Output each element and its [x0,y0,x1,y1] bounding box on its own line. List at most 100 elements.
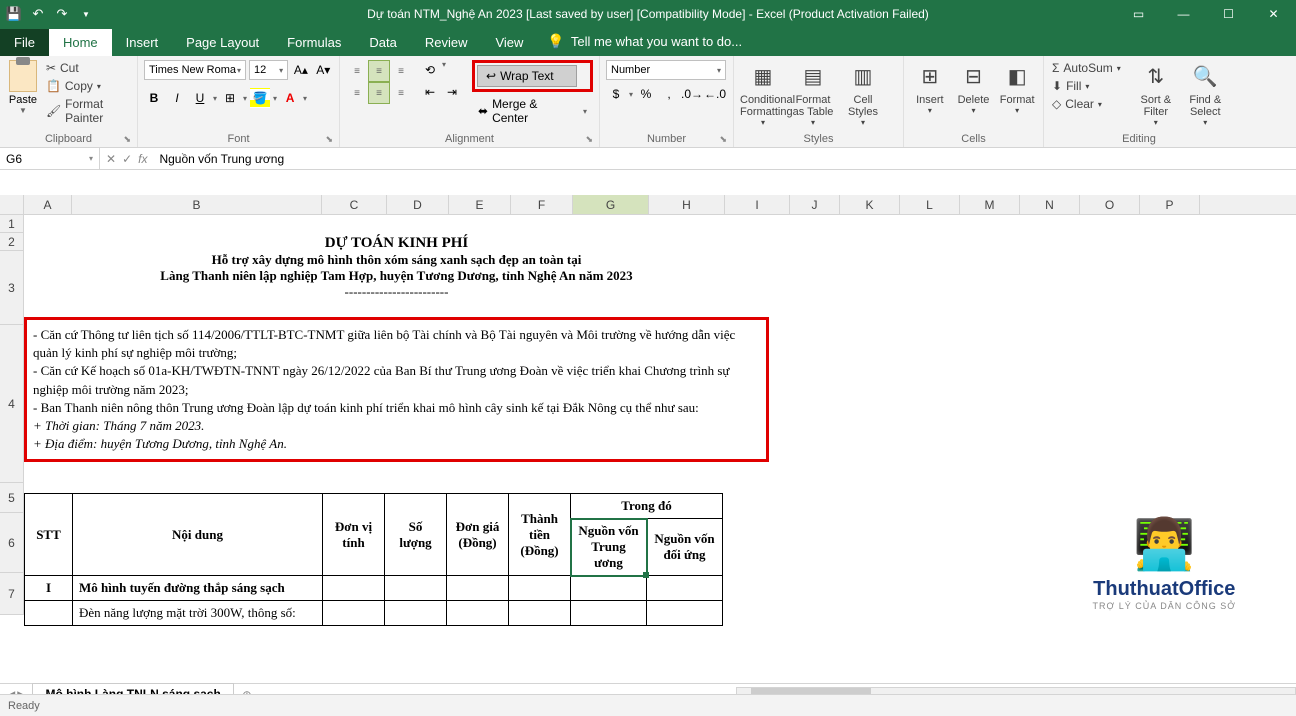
font-name-combo[interactable]: Times New Roma▾ [144,60,246,80]
merge-center-button[interactable]: ⬌Merge & Center▾ [472,94,593,128]
insert-cells-button[interactable]: ⊞Insert▾ [910,60,950,115]
decrease-indent-button[interactable]: ⇤ [420,82,440,102]
save-icon[interactable]: 💾 [6,6,22,22]
align-middle-button[interactable]: ≡ [368,60,390,82]
align-top-button[interactable]: ≡ [346,60,368,82]
name-box[interactable]: G6▾ [0,148,100,169]
format-cells-button[interactable]: ◧Format▾ [997,60,1037,115]
delete-cells-button[interactable]: ⊟Delete▾ [954,60,994,115]
selected-cell[interactable]: Nguồn vốn Trung ương [571,519,647,576]
select-all-corner[interactable] [0,195,24,215]
alignment-launcher-icon[interactable]: ⬊ [585,134,593,145]
comma-button[interactable]: , [659,84,679,104]
number-launcher-icon[interactable]: ⬊ [719,134,727,145]
col-header-n[interactable]: N [1020,195,1080,214]
col-header-e[interactable]: E [449,195,511,214]
conditional-formatting-button[interactable]: ▦Conditional Formatting▾ [740,60,786,127]
close-icon[interactable]: ✕ [1251,0,1296,28]
border-button[interactable]: ⊞ [220,88,240,108]
align-bottom-button[interactable]: ≡ [390,60,412,82]
tab-review[interactable]: Review [411,29,482,56]
paste-button[interactable]: Paste ▼ [6,60,40,115]
delete-icon: ⊟ [958,60,990,92]
row-header-7[interactable]: 7 [0,573,24,615]
fill-button[interactable]: ⬇Fill▾ [1050,78,1129,94]
tab-file[interactable]: File [0,29,49,56]
percent-button[interactable]: % [636,84,656,104]
align-right-button[interactable]: ≡ [390,82,412,104]
align-center-button[interactable]: ≡ [368,82,390,104]
redo-icon[interactable]: ↷ [54,6,70,22]
find-select-button[interactable]: 🔍Find & Select▾ [1183,60,1228,127]
col-header-i[interactable]: I [725,195,790,214]
col-header-h[interactable]: H [649,195,725,214]
formula-input[interactable]: Nguồn vốn Trung ương [153,152,1296,166]
underline-button[interactable]: U [190,88,210,108]
row-header-4[interactable]: 4 [0,325,24,483]
col-header-l[interactable]: L [900,195,960,214]
enter-formula-icon[interactable]: ✓ [122,152,132,166]
fx-icon[interactable]: fx [138,152,147,166]
insert-icon: ⊞ [914,60,946,92]
autosum-button[interactable]: ΣAutoSum▾ [1050,60,1129,76]
minimize-icon[interactable]: — [1161,0,1206,28]
tab-insert[interactable]: Insert [112,29,173,56]
col-header-p[interactable]: P [1140,195,1200,214]
format-painter-button[interactable]: 🖌Format Painter [44,96,131,126]
person-laptop-icon: 👨‍💻 [1093,515,1236,574]
cut-button[interactable]: ✂Cut [44,60,131,76]
col-header-m[interactable]: M [960,195,1020,214]
qat-customize-icon[interactable]: ▼ [78,6,94,22]
format-as-table-button[interactable]: ▤Format as Table▾ [790,60,836,127]
tell-me-box[interactable]: 💡Tell me what you want to do... [537,27,752,56]
row-header-6[interactable]: 6 [0,513,24,573]
maximize-icon[interactable]: ☐ [1206,0,1251,28]
accounting-button[interactable]: $ [606,84,626,104]
row-header-2[interactable]: 2 [0,233,24,251]
font-launcher-icon[interactable]: ⬊ [325,134,333,145]
number-format-combo[interactable]: Number▾ [606,60,726,80]
col-header-c[interactable]: C [322,195,387,214]
undo-icon[interactable]: ↶ [30,6,46,22]
th-soluong: Số lượng [385,494,447,576]
ribbon-options-icon[interactable]: ▭ [1116,0,1161,28]
cancel-formula-icon[interactable]: ✕ [106,152,116,166]
tab-formulas[interactable]: Formulas [273,29,355,56]
row-header-3[interactable]: 3 [0,251,24,325]
bold-button[interactable]: B [144,88,164,108]
font-size-combo[interactable]: 12▾ [249,60,288,80]
sort-filter-button[interactable]: ⇅Sort & Filter▾ [1133,60,1178,127]
col-header-j[interactable]: J [790,195,840,214]
col-header-k[interactable]: K [840,195,900,214]
col-header-f[interactable]: F [511,195,573,214]
tab-view[interactable]: View [481,29,537,56]
tab-home[interactable]: Home [49,29,112,56]
col-header-d[interactable]: D [387,195,449,214]
col-header-g[interactable]: G [573,195,649,214]
cell-styles-button[interactable]: ▥Cell Styles▾ [840,60,886,127]
fill-color-button[interactable]: 🪣 [250,88,270,108]
decrease-font-icon[interactable]: A▾ [314,60,333,80]
ribbon-tabs: File Home Insert Page Layout Formulas Da… [0,28,1296,56]
increase-indent-button[interactable]: ⇥ [442,82,462,102]
clear-button[interactable]: ◇Clear▾ [1050,96,1129,112]
col-header-a[interactable]: A [24,195,72,214]
orientation-button[interactable]: ⟲ [420,60,440,80]
align-left-button[interactable]: ≡ [346,82,368,104]
row-header-5[interactable]: 5 [0,483,24,513]
cellstyles-icon: ▥ [847,60,879,92]
row-header-1[interactable]: 1 [0,215,24,233]
italic-button[interactable]: I [167,88,187,108]
increase-decimal-button[interactable]: .0→ [682,84,702,104]
col-header-b[interactable]: B [72,195,322,214]
font-color-button[interactable]: A [280,88,300,108]
wrap-text-button[interactable]: ↩Wrap Text [477,65,577,87]
tab-data[interactable]: Data [355,29,410,56]
clipboard-launcher-icon[interactable]: ⬊ [123,134,131,145]
decrease-decimal-button[interactable]: ←.0 [705,84,725,104]
increase-font-icon[interactable]: A▴ [291,60,310,80]
copy-button[interactable]: 📋Copy▾ [44,78,131,94]
bulb-icon: 💡 [547,33,564,50]
tab-page-layout[interactable]: Page Layout [172,29,273,56]
col-header-o[interactable]: O [1080,195,1140,214]
